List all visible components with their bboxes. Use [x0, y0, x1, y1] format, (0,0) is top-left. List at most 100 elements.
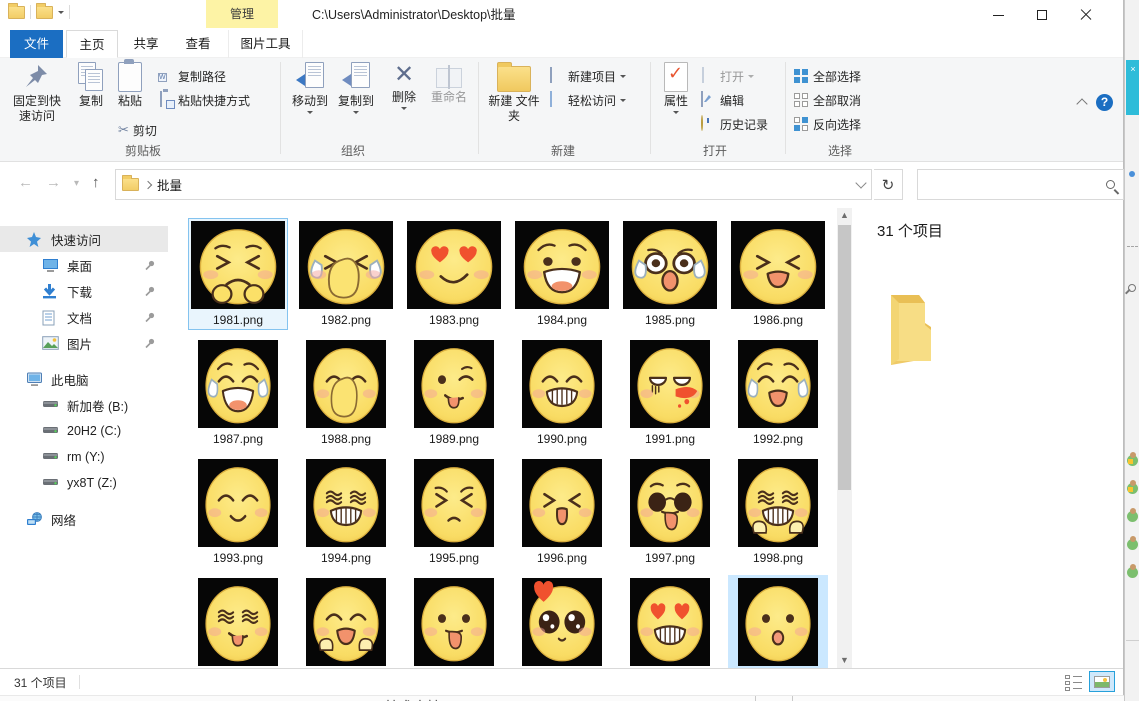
select-all-button[interactable]: 全部选择	[794, 66, 861, 86]
file-item-1988[interactable]: 1988.png	[296, 337, 396, 449]
file-thumbnail	[306, 338, 386, 430]
new-folder-button[interactable]: 新建 文件夹	[486, 62, 542, 124]
file-thumbnail	[198, 457, 278, 549]
large-icons-view-button[interactable]	[1089, 671, 1115, 692]
breadcrumb[interactable]: 批量	[157, 175, 182, 194]
background-app-divider	[1126, 640, 1139, 641]
file-item[interactable]	[620, 575, 720, 668]
file-item[interactable]	[728, 575, 828, 668]
status-item-count: 31 个项目	[14, 674, 67, 691]
file-item-1981[interactable]: 1981.png	[188, 218, 288, 330]
easy-access-caret-icon	[620, 99, 626, 102]
recent-locations-caret-icon[interactable]: ▾	[74, 178, 79, 189]
background-avatar	[1127, 455, 1138, 466]
invert-selection-button[interactable]: 反向选择	[794, 114, 861, 134]
file-item-1985[interactable]: 1985.png	[620, 218, 720, 330]
file-item-1989[interactable]: 1989.png	[404, 337, 504, 449]
tab-picture-tools[interactable]: 图片工具	[228, 30, 303, 58]
paste-button[interactable]: 粘贴	[112, 62, 148, 109]
file-item[interactable]	[404, 575, 504, 668]
scrollbar-thumb[interactable]	[838, 225, 851, 490]
close-button[interactable]	[1064, 0, 1108, 30]
vertical-scrollbar[interactable]: ▲ ▼	[837, 208, 852, 668]
sidebar-item-desktop[interactable]: 桌面	[0, 252, 168, 278]
copy-path-button[interactable]: W 复制路径	[158, 66, 226, 86]
file-item-1996[interactable]: 1996.png	[512, 456, 612, 568]
file-item[interactable]	[512, 575, 612, 668]
address-bar[interactable]: 批量	[115, 169, 872, 200]
file-item-1984[interactable]: 1984.png	[512, 218, 612, 330]
edit-button[interactable]: 编辑	[700, 90, 744, 110]
refresh-button[interactable]: ↻	[874, 169, 903, 200]
easy-access-button[interactable]: 轻松访问	[548, 90, 626, 110]
collapse-ribbon-icon[interactable]	[1076, 98, 1087, 109]
sidebar-item-network[interactable]: 网络	[0, 506, 168, 532]
sidebar-item-this-pc[interactable]: 此电脑	[0, 366, 168, 392]
background-window-bottom: 技术支持 (URL)：	[0, 695, 1124, 701]
new-item-button[interactable]: 新建项目	[548, 66, 626, 86]
file-item[interactable]	[296, 575, 396, 668]
copy-to-button[interactable]: 复制到	[334, 62, 378, 114]
sidebar-item-download[interactable]: 下载	[0, 278, 168, 304]
cut-button[interactable]: ✂ 剪切	[118, 120, 157, 140]
file-item-1990[interactable]: 1990.png	[512, 337, 612, 449]
file-item-1998[interactable]: 1998.png	[728, 456, 828, 568]
file-item-1987[interactable]: 1987.png	[188, 337, 288, 449]
file-thumbnail	[515, 219, 609, 311]
file-item-1997[interactable]: 1997.png	[620, 456, 720, 568]
sidebar-item-label: 新加卷 (B:)	[67, 396, 128, 415]
file-item-1991[interactable]: 1991.png	[620, 337, 720, 449]
forward-icon[interactable]: →	[46, 174, 61, 191]
maximize-button[interactable]	[1020, 0, 1064, 30]
qat-customize-caret-icon[interactable]	[58, 11, 64, 14]
delete-icon: ✕	[394, 62, 414, 88]
file-item-1995[interactable]: 1995.png	[404, 456, 504, 568]
qat-folder-icon[interactable]	[36, 6, 53, 19]
search-box[interactable]	[917, 169, 1124, 200]
sidebar-item-drive[interactable]: rm (Y:)	[0, 444, 168, 470]
file-item-1982[interactable]: 1982.png	[296, 218, 396, 330]
thumbnail-view-icon	[1094, 676, 1110, 688]
search-input[interactable]	[926, 178, 1106, 192]
select-none-button[interactable]: 全部取消	[794, 90, 861, 110]
scroll-down-icon[interactable]: ▼	[837, 653, 852, 668]
minimize-button[interactable]	[976, 0, 1020, 30]
delete-button[interactable]: ✕ 删除	[386, 62, 422, 110]
back-icon[interactable]: ←	[18, 174, 33, 191]
copy-button[interactable]: 复制	[74, 62, 108, 109]
file-thumbnail	[191, 219, 285, 311]
properties-button[interactable]: 属性	[658, 62, 694, 114]
details-view-button[interactable]	[1065, 674, 1083, 692]
address-dropdown-icon[interactable]	[855, 177, 866, 188]
grin-hands-emoji-image	[738, 459, 818, 547]
move-to-button[interactable]: 移动到	[288, 62, 332, 114]
tab-share[interactable]: 共享	[121, 30, 171, 58]
sidebar-item-drive[interactable]: 20H2 (C:)	[0, 418, 168, 444]
history-button[interactable]: 历史记录	[700, 114, 768, 134]
up-icon[interactable]: ↑	[92, 174, 100, 191]
quick-access-icon	[26, 232, 43, 247]
paste-shortcut-button[interactable]: 粘贴快捷方式	[158, 90, 250, 110]
sidebar-item-drive[interactable]: 新加卷 (B:)	[0, 392, 168, 418]
background-avatar	[1127, 567, 1138, 578]
file-item-1993[interactable]: 1993.png	[188, 456, 288, 568]
rename-button[interactable]: 重命名	[426, 62, 472, 105]
pin-to-quick-access-button[interactable]: 固定到快速访问	[8, 62, 66, 124]
file-item-1983[interactable]: 1983.png	[404, 218, 504, 330]
file-item-1986[interactable]: 1986.png	[728, 218, 828, 330]
scroll-up-icon[interactable]: ▲	[837, 208, 852, 223]
sidebar-item-label: 下载	[67, 282, 92, 301]
window-controls	[976, 0, 1108, 30]
help-icon[interactable]: ?	[1096, 94, 1113, 111]
sidebar-item-document[interactable]: 文档	[0, 304, 168, 330]
sidebar-item-drive[interactable]: yx8T (Z:)	[0, 470, 168, 496]
tab-home[interactable]: 主页	[66, 30, 118, 58]
sidebar-item-quick-access[interactable]: 快速访问	[0, 226, 168, 252]
file-item-1992[interactable]: 1992.png	[728, 337, 828, 449]
open-button[interactable]: 打开	[700, 66, 754, 86]
tab-file[interactable]: 文件	[10, 30, 63, 58]
file-item-1994[interactable]: 1994.png	[296, 456, 396, 568]
sidebar-item-pictures[interactable]: 图片	[0, 330, 168, 356]
file-item[interactable]	[188, 575, 288, 668]
tab-view[interactable]: 查看	[173, 30, 223, 58]
